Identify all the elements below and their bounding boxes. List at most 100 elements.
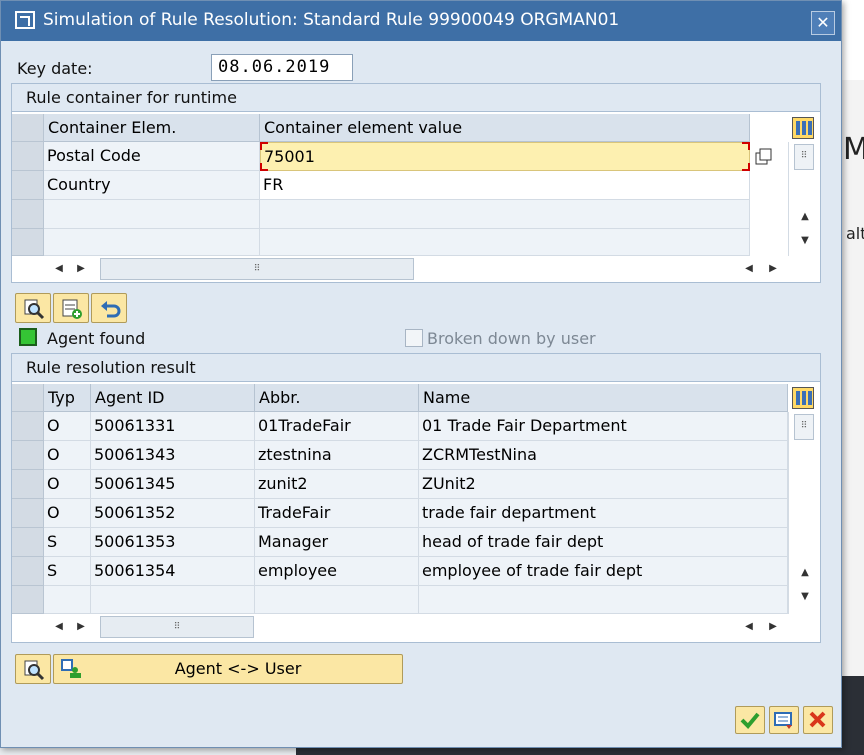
scroll-left-button[interactable]: ◀ — [50, 618, 68, 636]
scroll-right-button[interactable]: ▶ — [764, 618, 782, 636]
agent-found-label: Agent found — [47, 329, 146, 348]
container-value-input[interactable]: FR — [260, 171, 750, 200]
insert-row-button[interactable] — [53, 293, 89, 323]
abbr-cell: zunit2 — [255, 470, 419, 499]
typ-cell: S — [44, 528, 91, 557]
scroll-down-button[interactable]: ▼ — [796, 588, 814, 606]
column-header-container-value[interactable]: Container element value — [260, 114, 750, 142]
copy-icon — [755, 148, 772, 165]
scroll-right-button[interactable]: ▶ — [72, 618, 90, 636]
row-selector[interactable] — [12, 499, 44, 528]
row-selector[interactable] — [12, 200, 44, 229]
agent-user-button-label: Agent <-> User — [174, 659, 302, 678]
insert-row-icon — [62, 299, 82, 319]
dialog-titlebar: Simulation of Rule Resolution: Standard … — [1, 1, 841, 41]
container-elem-cell: Postal Code — [44, 142, 260, 171]
scroll-thumb[interactable]: ⠿ — [100, 258, 414, 280]
broken-down-checkbox[interactable] — [405, 329, 423, 347]
scroll-left-button[interactable]: ◀ — [740, 260, 758, 278]
column-settings-button[interactable] — [792, 387, 814, 409]
magnifier-icon — [24, 660, 45, 681]
focus-corner — [742, 163, 750, 171]
group-title: Rule container for runtime — [12, 84, 820, 112]
column-header-name[interactable]: Name — [419, 384, 788, 412]
container-value-input[interactable]: 75001 — [260, 142, 750, 171]
details-button[interactable] — [15, 293, 51, 323]
scroll-right-button[interactable]: ▶ — [72, 260, 90, 278]
window-icon — [15, 11, 35, 29]
row-selector[interactable] — [12, 171, 44, 200]
value-help-button[interactable] — [754, 147, 774, 167]
scroll-up-button[interactable]: ▲ — [796, 208, 814, 226]
column-header-agent-id[interactable]: Agent ID — [91, 384, 255, 412]
empty-cell — [419, 586, 788, 614]
row-selector[interactable] — [12, 142, 44, 171]
confirm-button[interactable] — [735, 706, 765, 734]
row-selector[interactable] — [12, 412, 44, 441]
empty-cell — [91, 586, 255, 614]
background-panel — [840, 80, 864, 700]
agent-id-cell: 50061345 — [91, 470, 255, 499]
details-button[interactable] — [15, 654, 51, 684]
focus-corner — [260, 163, 268, 171]
typ-cell: O — [44, 412, 91, 441]
close-icon: ✕ — [816, 13, 830, 32]
rule-resolution-dialog: Simulation of Rule Resolution: Standard … — [0, 0, 842, 748]
close-button[interactable]: ✕ — [811, 11, 835, 35]
select-all-cell[interactable] — [12, 384, 44, 412]
checkmark-icon — [740, 712, 760, 729]
row-selector[interactable] — [12, 470, 44, 499]
rule-container-group: Rule container for runtime Container Ele… — [11, 83, 821, 283]
abbr-cell: TradeFair — [255, 499, 419, 528]
agent-id-cell: 50061354 — [91, 557, 255, 586]
focus-corner — [260, 142, 268, 150]
scroll-left-button[interactable]: ◀ — [50, 260, 68, 278]
select-all-cell[interactable] — [12, 114, 44, 142]
row-selector[interactable] — [12, 586, 44, 614]
row-selector[interactable] — [12, 528, 44, 557]
cancel-icon — [809, 711, 826, 728]
row-selector[interactable] — [12, 441, 44, 470]
agent-found-indicator — [19, 328, 37, 346]
scroll-grip[interactable]: ⠿ — [794, 144, 814, 170]
abbr-cell: 01TradeFair — [255, 412, 419, 441]
column-settings-icon-bar — [808, 391, 812, 405]
scroll-left-button[interactable]: ◀ — [740, 618, 758, 636]
column-header-container-elem[interactable]: Container Elem. — [44, 114, 260, 142]
agent-id-cell: 50061353 — [91, 528, 255, 557]
name-cell: 01 Trade Fair Department — [419, 412, 788, 441]
scroll-right-button[interactable]: ▶ — [764, 260, 782, 278]
name-cell: employee of trade fair dept — [419, 557, 788, 586]
column-header-abbr[interactable]: Abbr. — [255, 384, 419, 412]
empty-cell — [260, 200, 750, 229]
scroll-up-button[interactable]: ▲ — [796, 564, 814, 582]
vertical-scrollbar[interactable]: ⠿ ▲ ▼ — [788, 412, 820, 614]
column-header-typ[interactable]: Typ — [44, 384, 91, 412]
name-cell: ZUnit2 — [419, 470, 788, 499]
scroll-thumb[interactable]: ⠿ — [100, 616, 254, 638]
row-selector[interactable] — [12, 229, 44, 256]
undo-button[interactable] — [91, 293, 127, 323]
abbr-cell: Manager — [255, 528, 419, 557]
cancel-button[interactable] — [803, 706, 833, 734]
magnifier-icon — [24, 299, 45, 320]
transfer-icon — [774, 712, 792, 729]
vertical-scrollbar[interactable]: ⠿ ▲ ▼ — [788, 142, 820, 256]
row-selector[interactable] — [12, 557, 44, 586]
empty-cell — [260, 229, 750, 256]
column-settings-button[interactable] — [792, 117, 814, 139]
horizontal-scrollbar[interactable]: ◀ ▶ ⠿ ◀ ▶ — [44, 256, 788, 282]
key-date-input[interactable]: 08.06.2019 — [211, 54, 353, 81]
scroll-down-button[interactable]: ▼ — [796, 232, 814, 250]
name-cell: trade fair department — [419, 499, 788, 528]
scroll-grip[interactable]: ⠿ — [794, 414, 814, 440]
empty-cell — [44, 586, 91, 614]
undo-icon — [101, 301, 121, 318]
focus-corner — [742, 142, 750, 150]
agent-user-button[interactable]: Agent <-> User — [53, 654, 403, 684]
transfer-button[interactable] — [769, 706, 799, 734]
user-org-icon — [61, 659, 81, 678]
empty-cell — [44, 229, 260, 256]
horizontal-scrollbar[interactable]: ◀ ▶ ⠿ ◀ ▶ — [44, 614, 788, 640]
key-date-label: Key date: — [17, 59, 93, 78]
